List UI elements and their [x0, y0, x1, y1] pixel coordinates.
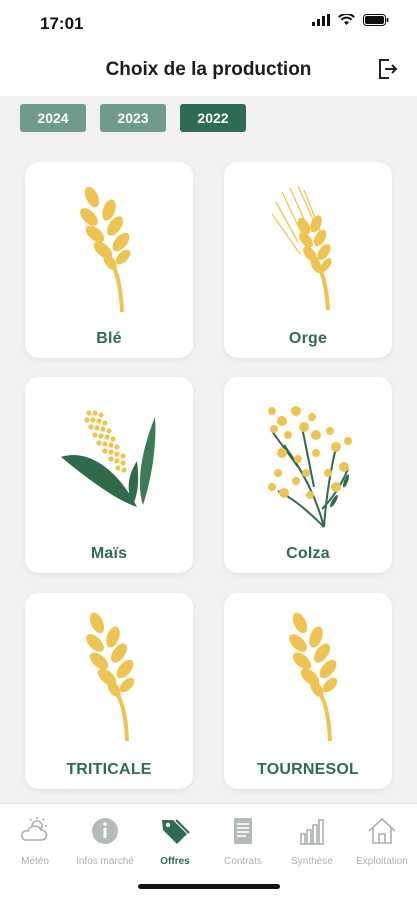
logout-icon[interactable]	[375, 57, 399, 81]
production-label: TRITICALE	[66, 761, 152, 778]
tab-label: Infos marché	[76, 856, 134, 867]
production-card-mais[interactable]: Maïs	[25, 377, 193, 573]
barley-icon	[271, 185, 332, 311]
production-card-triticale[interactable]: TRITICALE	[25, 593, 193, 789]
tab-label: Météo	[21, 856, 49, 867]
wheat-icon	[86, 612, 135, 742]
wheat-icon	[289, 612, 338, 742]
tab-contrats[interactable]: Contrats	[208, 814, 278, 867]
tab-offres[interactable]: Offres	[140, 814, 210, 867]
production-label: Colza	[286, 545, 330, 562]
document-icon	[234, 818, 252, 844]
production-label: Maïs	[90, 545, 128, 562]
tags-icon	[162, 819, 190, 844]
production-card-colza[interactable]: Colza	[224, 377, 392, 573]
status-icons	[312, 14, 389, 26]
tab-label: Synthèse	[291, 856, 333, 867]
year-chip-2023[interactable]: 2023	[100, 104, 166, 132]
tab-exploitation[interactable]: Exploitation	[347, 814, 417, 867]
status-bar: 17:01	[0, 0, 417, 46]
tab-synthese[interactable]: Synthèse	[277, 814, 347, 867]
page-title: Choix de la production	[105, 59, 312, 80]
rapeseed-icon	[268, 406, 352, 528]
year-chip-2024[interactable]: 2024	[20, 104, 86, 132]
year-chip-2022[interactable]: 2022	[180, 104, 246, 132]
weather-icon	[21, 817, 48, 841]
wifi-icon	[338, 14, 355, 25]
production-grid: Blé Orge Maïs Colza TRITICALE TOURNESOL	[25, 162, 392, 789]
tab-infos-marche[interactable]: Infos marché	[70, 814, 140, 867]
tab-label: Offres	[160, 856, 190, 867]
year-selector: 2024 2023 2022	[20, 104, 246, 132]
tab-label: Contrats	[224, 856, 262, 867]
tab-label: Exploitation	[356, 856, 408, 867]
production-label: Blé	[96, 330, 122, 347]
production-card-ble[interactable]: Blé	[25, 162, 193, 358]
wheat-icon	[80, 186, 131, 313]
home-icon	[368, 817, 396, 844]
signal-icon	[312, 14, 330, 26]
app-header: Choix de la production	[0, 46, 417, 96]
info-icon	[92, 818, 118, 844]
battery-icon	[363, 14, 389, 26]
production-card-orge[interactable]: Orge	[224, 162, 392, 358]
status-time: 17:01	[40, 14, 84, 33]
corn-icon	[61, 410, 156, 507]
production-label: Orge	[288, 330, 328, 347]
production-label: TOURNESOL	[257, 761, 359, 778]
tab-meteo[interactable]: Météo	[0, 814, 70, 867]
production-card-tournesol[interactable]: TOURNESOL	[224, 593, 392, 789]
bar-chart-icon	[300, 819, 324, 845]
home-indicator	[138, 884, 280, 889]
